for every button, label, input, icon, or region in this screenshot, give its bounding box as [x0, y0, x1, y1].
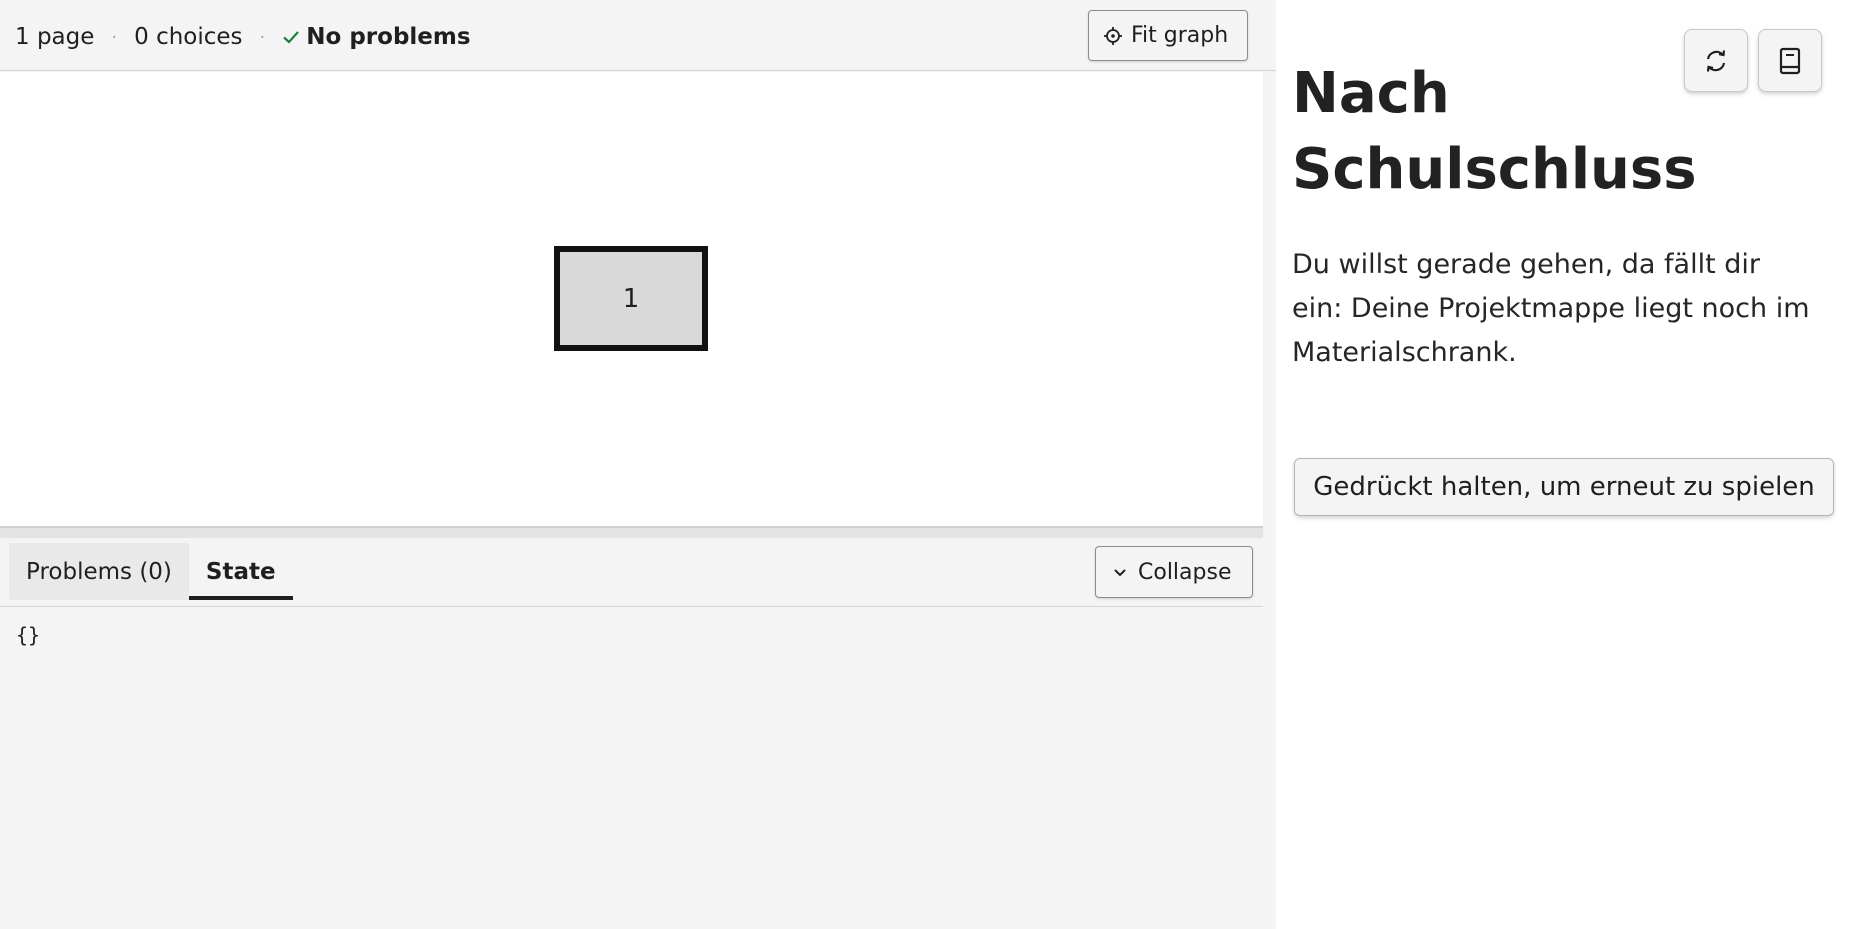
page-count: 1 page: [15, 24, 95, 50]
bottom-panel-header: Problems (0) State Collapse: [0, 538, 1263, 607]
graph-node[interactable]: 1: [554, 246, 708, 351]
problem-status-label: No problems: [306, 24, 471, 50]
graph-toolbar: 1 page · 0 choices · No problems Fit gra…: [0, 0, 1276, 71]
bottom-panel-tabs: Problems (0) State: [9, 543, 293, 600]
story-text: Du willst gerade gehen, da fällt dir ein…: [1292, 249, 1810, 368]
graph-node-label: 1: [622, 283, 640, 314]
story-preview: Nach Schulschluss Du willst gerade gehen…: [1276, 0, 1852, 929]
state-json: {}: [16, 623, 41, 647]
chevron-down-icon: [1114, 569, 1126, 577]
fit-graph-button[interactable]: Fit graph: [1088, 10, 1248, 61]
tab-state[interactable]: State: [188, 543, 293, 600]
panel-resize-handle[interactable]: [0, 526, 1263, 538]
replay-button[interactable]: Gedrückt halten, um erneut zu spielen: [1294, 458, 1834, 516]
fit-graph-label: Fit graph: [1131, 23, 1229, 48]
book-icon: [1779, 47, 1801, 74]
replay-label: Gedrückt halten, um erneut zu spielen: [1313, 472, 1815, 502]
choice-count: 0 choices: [134, 24, 243, 50]
separator: ·: [259, 26, 266, 48]
graph-stats: 1 page · 0 choices · No problems: [15, 22, 471, 52]
collapse-label: Collapse: [1138, 559, 1232, 585]
app: 1 page · 0 choices · No problems Fit gra…: [0, 0, 1852, 929]
graph-canvas[interactable]: 1: [0, 72, 1263, 526]
collapse-button[interactable]: Collapse: [1095, 546, 1253, 598]
tab-problems[interactable]: Problems (0): [9, 543, 189, 600]
separator: ·: [111, 26, 118, 48]
crosshair-icon: [1104, 26, 1122, 45]
problem-status: No problems: [282, 24, 471, 50]
story-title: Nach Schulschluss: [1292, 61, 1697, 202]
guide-button[interactable]: [1758, 29, 1822, 92]
editor-pane: 1 page · 0 choices · No problems Fit gra…: [0, 0, 1276, 929]
checkmark-icon: [283, 31, 300, 44]
